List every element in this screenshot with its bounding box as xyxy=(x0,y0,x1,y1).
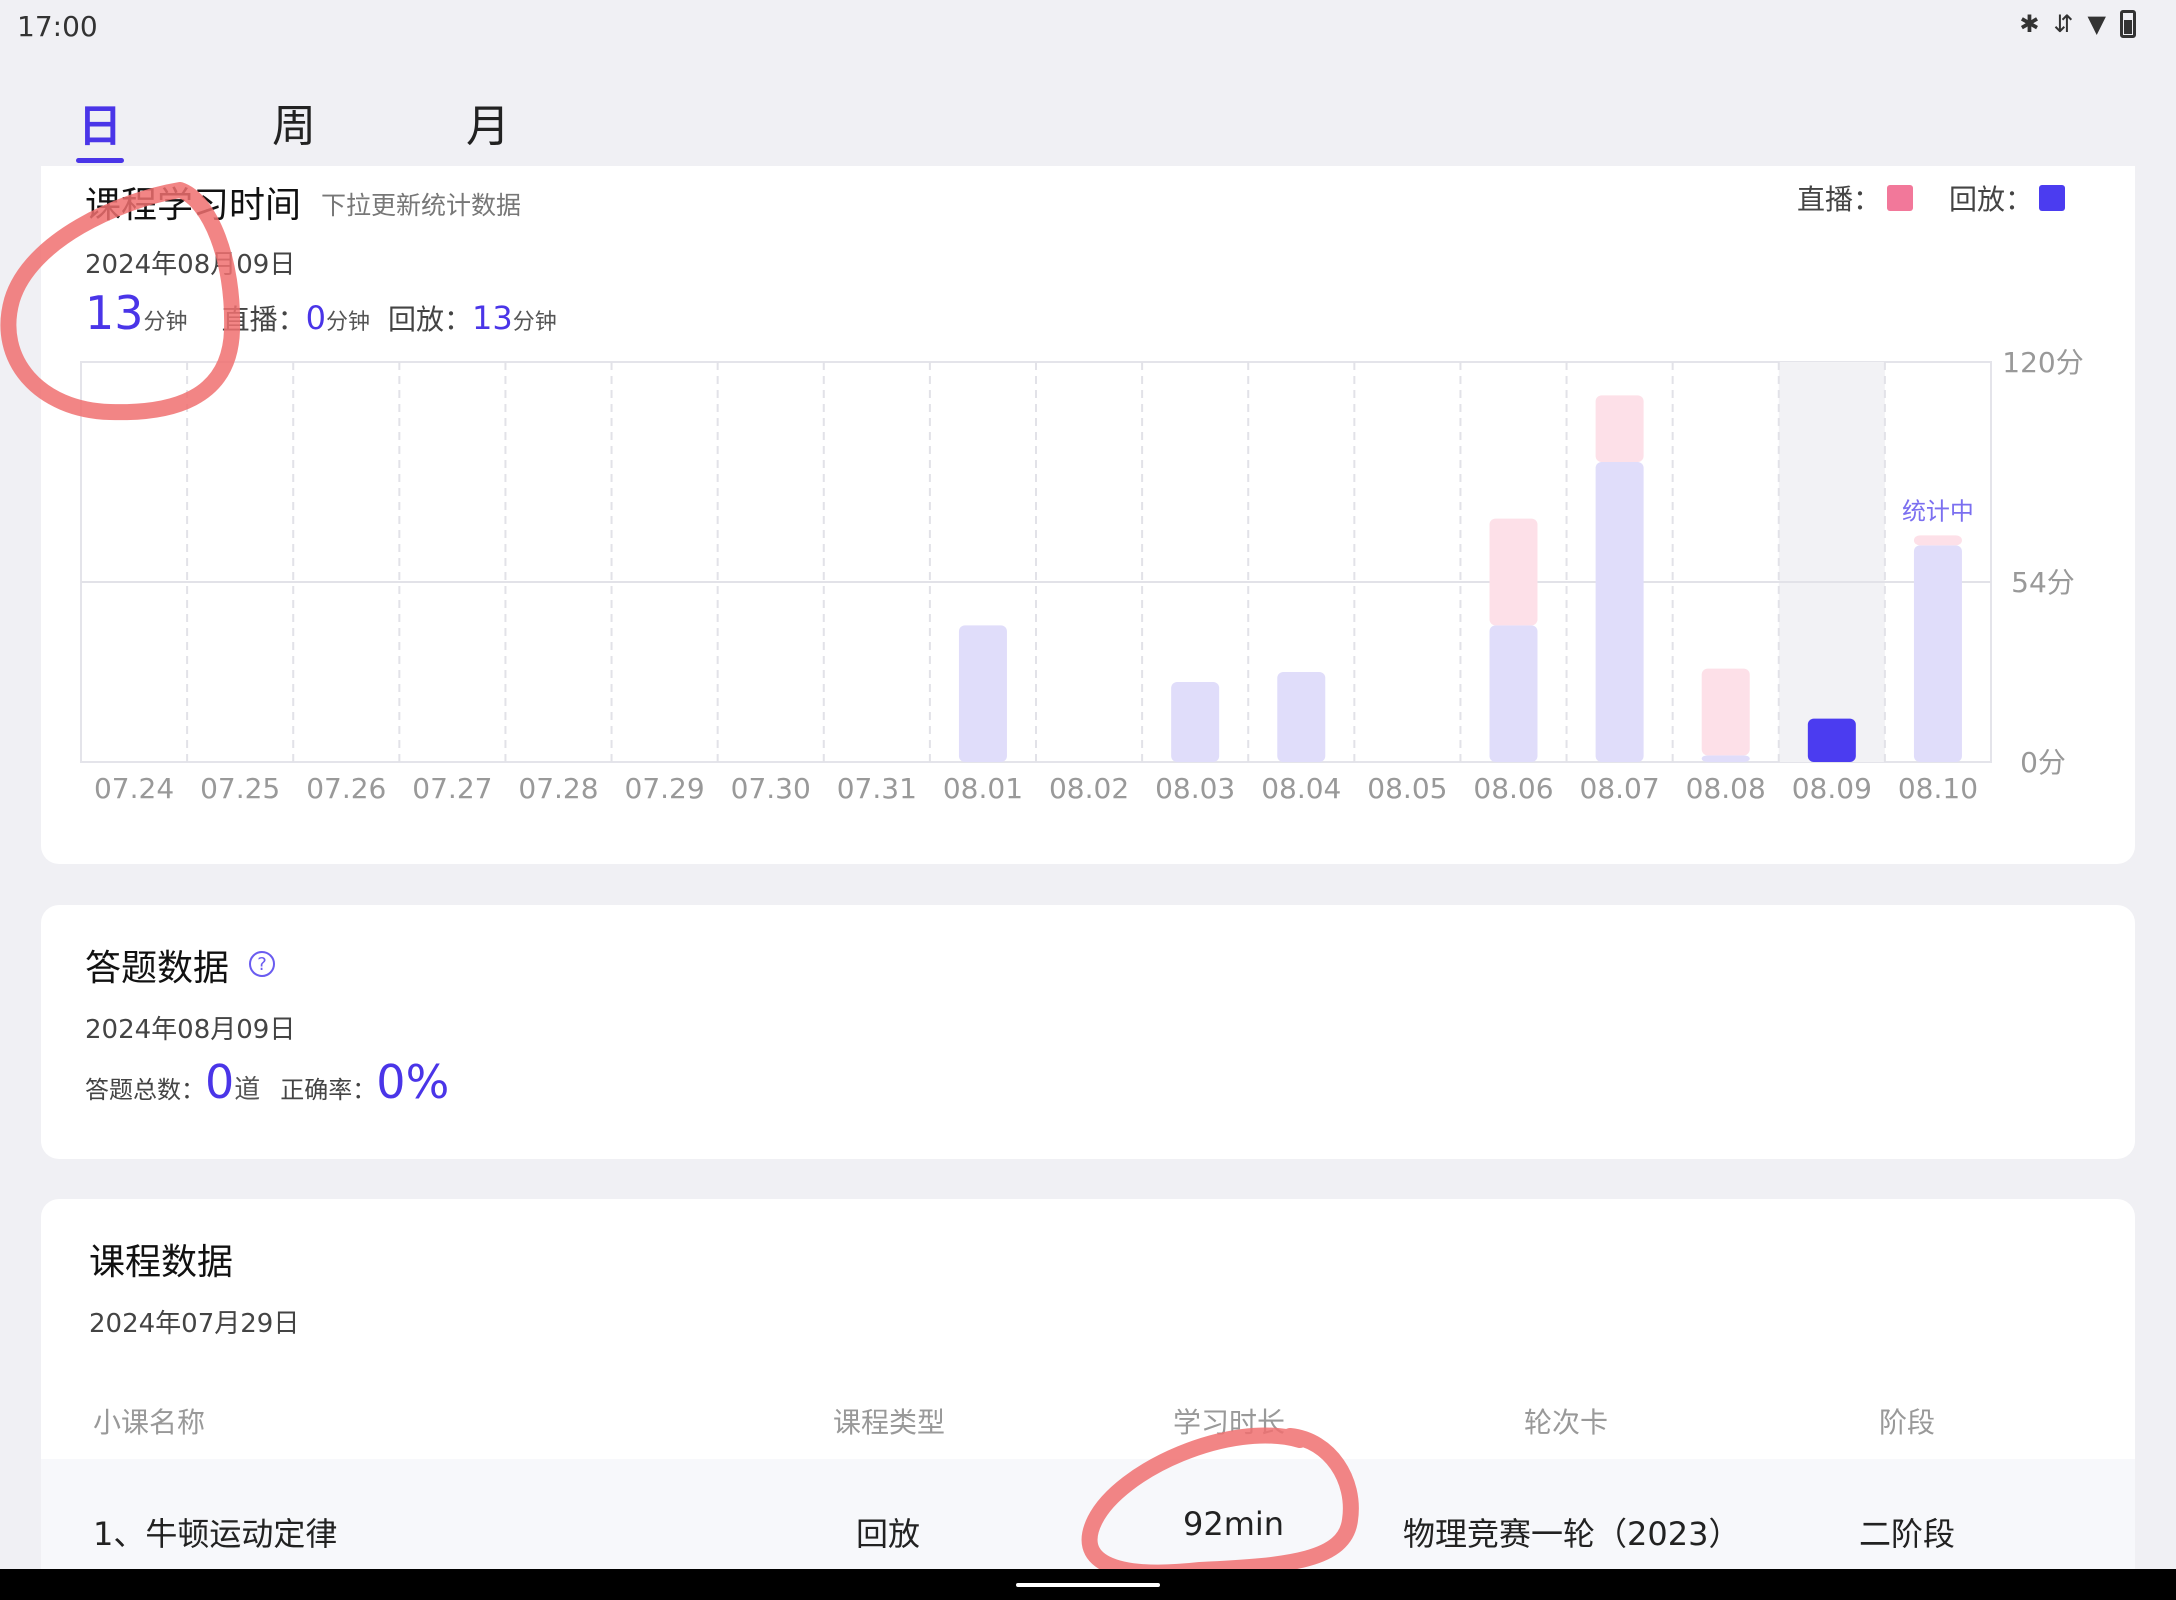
x-tick-label: 07.30 xyxy=(731,772,811,805)
th-stage: 阶段 xyxy=(1879,1406,1936,1439)
tab-active-indicator xyxy=(76,158,124,163)
td-study-duration: 92min xyxy=(1183,1505,1285,1543)
x-tick-label: 07.31 xyxy=(837,772,917,805)
help-icon[interactable]: ? xyxy=(249,951,275,977)
answer-total-label: 答题总数： xyxy=(85,1076,205,1104)
x-tick-label: 08.04 xyxy=(1261,772,1341,805)
y-tick-label: 0分 xyxy=(2020,746,2066,779)
answer-title: 答题数据 xyxy=(85,948,230,989)
status-time: 17:00 xyxy=(17,10,98,43)
bluetooth-icon: ✱ xyxy=(2019,10,2040,38)
course-data-card: 课程数据 2024年07月29日 小课名称 课程类型 学习时长 轮次卡 阶段 1… xyxy=(41,1199,2135,1600)
home-indicator[interactable] xyxy=(1016,1583,1160,1587)
td-round-card: 物理竞赛一轮（2023） xyxy=(1403,1515,1741,1553)
bar-live xyxy=(1489,518,1538,626)
th-lesson-name: 小课名称 xyxy=(93,1406,206,1439)
bar-replay xyxy=(958,625,1007,762)
y-tick-label: 120分 xyxy=(2002,346,2083,379)
pending-label: 统计中 xyxy=(1902,497,1974,525)
bar-replay xyxy=(1701,755,1750,762)
data-arrows-icon: ⇵ xyxy=(2053,10,2074,38)
th-round-card: 轮次卡 xyxy=(1524,1406,1609,1439)
x-tick-label: 07.28 xyxy=(518,772,598,805)
bar-live xyxy=(1913,535,1962,546)
selected-column-highlight xyxy=(1778,362,1885,762)
answer-date: 2024年08月09日 xyxy=(85,1015,296,1045)
x-tick-label: 08.09 xyxy=(1792,772,1872,805)
x-tick-label: 07.26 xyxy=(306,772,386,805)
tab-week[interactable]: 周 xyxy=(272,90,316,154)
course-title: 课程数据 xyxy=(89,1242,234,1283)
bar-live xyxy=(1701,668,1750,756)
x-tick-label: 08.08 xyxy=(1686,772,1766,805)
answer-total-value: 0 xyxy=(205,1055,235,1109)
bar-replay xyxy=(1807,718,1856,762)
th-course-type: 课程类型 xyxy=(833,1406,946,1439)
td-course-type: 回放 xyxy=(856,1515,921,1553)
th-study-duration: 学习时长 xyxy=(1173,1406,1286,1439)
wifi-icon: ▼ xyxy=(2087,10,2106,38)
answer-rate-value: 0% xyxy=(376,1055,450,1109)
bar-replay xyxy=(1277,672,1326,762)
td-lesson-name: 1、牛顿运动定律 xyxy=(93,1515,338,1553)
y-tick-label: 54分 xyxy=(2011,566,2075,599)
period-tabs: 日 周 月 xyxy=(0,80,2176,166)
bar-replay xyxy=(1489,625,1538,762)
x-tick-label: 07.27 xyxy=(412,772,492,805)
x-tick-label: 08.01 xyxy=(943,772,1023,805)
system-nav-bar xyxy=(0,1569,2176,1600)
x-tick-label: 07.29 xyxy=(625,772,705,805)
answer-data-card: 答题数据 ? 2024年08月09日 答题总数： 0 道 正确率： 0% xyxy=(41,905,2135,1159)
x-tick-label: 08.07 xyxy=(1580,772,1660,805)
bar-live xyxy=(1595,395,1644,462)
answer-summary: 答题总数： 0 道 正确率： 0% xyxy=(85,1055,449,1109)
bar-replay xyxy=(1595,462,1644,762)
study-time-chart[interactable]: 120分 54分 0分 07.24 07.25 07.26 07.27 07.28 07.29 0… xyxy=(41,166,2135,806)
x-tick-label: 07.25 xyxy=(200,772,280,805)
study-time-card: 课程学习时间 下拉更新统计数据 直播： 回放： 2024年08月09日 13 分… xyxy=(41,166,2135,864)
x-tick-label: 07.24 xyxy=(94,772,174,805)
answer-total-unit: 道 xyxy=(234,1075,261,1105)
status-icons: ✱ ⇵ ▼ xyxy=(2019,10,2136,38)
bar-replay xyxy=(1913,545,1962,762)
x-tick-label: 08.05 xyxy=(1367,772,1447,805)
status-bar: 17:00 ✱ ⇵ ▼ xyxy=(0,0,2176,50)
x-tick-label: 08.06 xyxy=(1473,772,1553,805)
x-tick-label: 08.10 xyxy=(1898,772,1978,805)
tab-month[interactable]: 月 xyxy=(466,90,510,154)
x-tick-label: 08.03 xyxy=(1155,772,1235,805)
tab-day[interactable]: 日 xyxy=(78,90,122,154)
course-date: 2024年07月29日 xyxy=(89,1309,300,1339)
answer-rate-label: 正确率： xyxy=(280,1076,377,1104)
bar-replay xyxy=(1171,682,1220,762)
battery-icon xyxy=(2120,10,2136,38)
td-stage: 二阶段 xyxy=(1859,1515,1956,1553)
x-tick-label: 08.02 xyxy=(1049,772,1129,805)
